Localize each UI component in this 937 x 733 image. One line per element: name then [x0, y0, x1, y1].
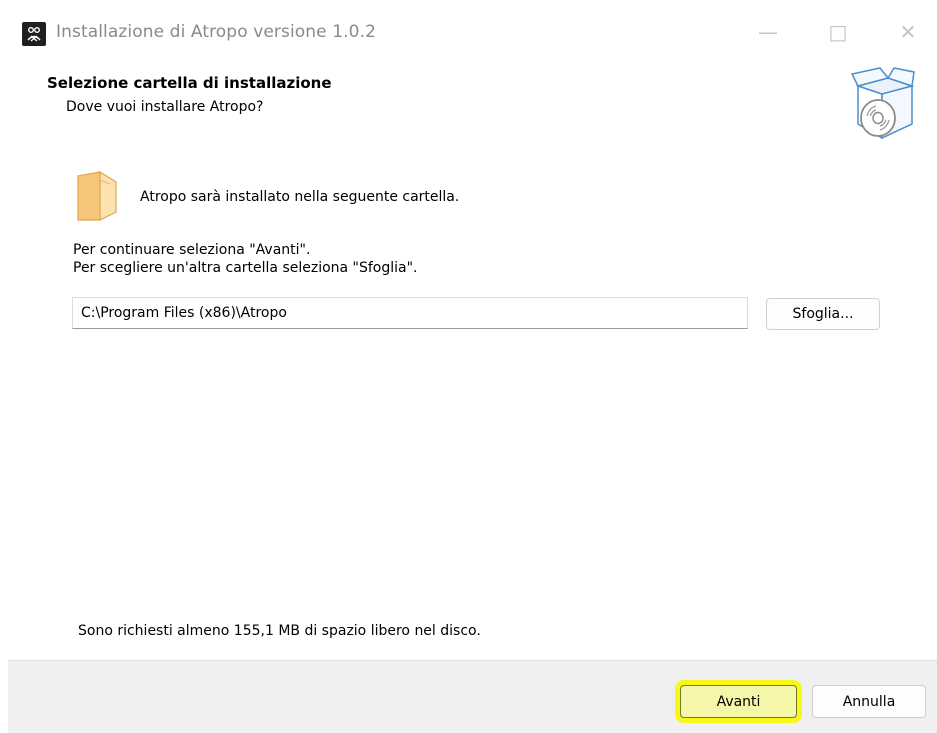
close-button[interactable]: ✕: [886, 14, 930, 50]
next-button[interactable]: Avanti: [680, 685, 797, 718]
title-bar: Installazione di Atropo versione 1.0.2 —…: [0, 0, 937, 66]
setup-box-disc-icon: [850, 66, 916, 146]
maximize-button[interactable]: □: [816, 14, 860, 50]
disk-space-requirement: Sono richiesti almeno 155,1 MB di spazio…: [78, 623, 481, 639]
cancel-button[interactable]: Annulla: [812, 685, 926, 718]
footer-bar: [8, 660, 937, 733]
install-folder-intro: Atropo sarà installato nella seguente ca…: [140, 189, 460, 205]
browse-button[interactable]: Sfoglia...: [766, 298, 880, 330]
page-subtitle: Dove vuoi installare Atropo?: [66, 99, 264, 115]
app-icon: [22, 22, 46, 46]
installer-window: Installazione di Atropo versione 1.0.2 —…: [0, 0, 937, 733]
folder-icon: [76, 170, 120, 222]
instruction-next: Per continuare seleziona "Avanti".: [73, 242, 311, 258]
instruction-browse: Per scegliere un'altra cartella selezion…: [73, 260, 418, 276]
minimize-button[interactable]: —: [746, 14, 790, 50]
page-title: Selezione cartella di installazione: [47, 74, 332, 92]
window-title: Installazione di Atropo versione 1.0.2: [56, 22, 376, 42]
install-path-input[interactable]: [72, 297, 748, 329]
